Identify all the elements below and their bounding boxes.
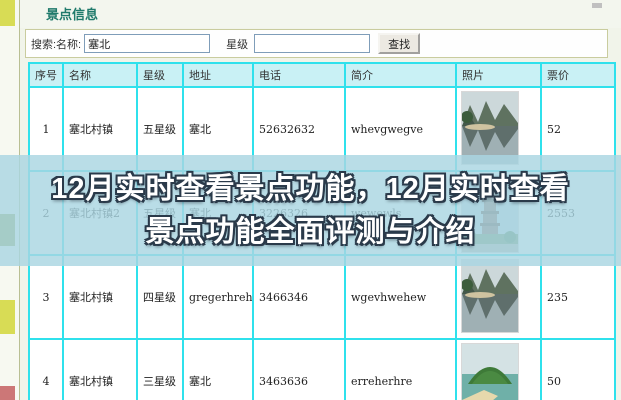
title-bar: 景点信息	[20, 0, 621, 28]
scenic-photo-mountain-lake-icon	[461, 259, 519, 333]
menu-block-top	[0, 0, 15, 27]
window-artifact	[592, 3, 602, 8]
search-name-label: 搜索:名称:	[31, 38, 82, 51]
cell-intro: erreherhre	[346, 340, 457, 400]
cell-phone: 3463636	[254, 340, 346, 400]
header-name: 名称	[64, 64, 138, 88]
cell-intro: wgevhwehew	[346, 256, 457, 340]
menu-block-red	[0, 386, 15, 400]
headline-line-2: 景点功能全面评测与介绍	[145, 215, 476, 248]
cell-star: 三星级	[138, 340, 184, 400]
header-photo: 照片	[457, 64, 542, 88]
header-price: 票价	[542, 64, 616, 88]
menu-block-lower	[0, 300, 15, 334]
cell-address: gregerhreh	[184, 256, 254, 340]
search-name-input[interactable]	[84, 34, 211, 53]
headline-overlay: 12月实时查看景点功能，12月实时查看 景点功能全面评测与介绍	[0, 155, 621, 266]
cell-price: 50	[542, 340, 616, 400]
cell-no: 4	[30, 340, 64, 400]
header-no: 序号	[30, 64, 64, 88]
header-address: 地址	[184, 64, 254, 88]
cell-photo	[457, 256, 542, 340]
cell-photo	[457, 340, 542, 400]
cell-phone: 3466346	[254, 256, 346, 340]
search-button[interactable]: 查找	[378, 33, 421, 54]
header-star: 星级	[138, 64, 184, 88]
cell-price: 235	[542, 256, 616, 340]
scenic-photo-island-icon	[461, 343, 519, 400]
scenic-info-window: 景点信息 搜索:名称: 星级 查找 序号 名称 星级 地址 电话 简介 照片 票…	[0, 0, 621, 400]
page-title: 景点信息	[46, 7, 99, 22]
headline-line-1: 12月实时查看景点功能，12月实时查看	[51, 172, 570, 205]
header-intro: 简介	[346, 64, 457, 88]
cell-address: 塞北	[184, 340, 254, 400]
search-star-label: 星级	[226, 38, 249, 51]
search-panel: 搜索:名称: 星级 查找	[25, 29, 608, 58]
header-phone: 电话	[254, 64, 346, 88]
scenic-photo-mountain-lake-icon	[461, 91, 519, 165]
cell-no: 3	[30, 256, 64, 340]
search-star-input[interactable]	[254, 34, 371, 53]
cell-name: 塞北村镇	[64, 256, 138, 340]
cell-star: 四星级	[138, 256, 184, 340]
cell-name: 塞北村镇	[64, 340, 138, 400]
